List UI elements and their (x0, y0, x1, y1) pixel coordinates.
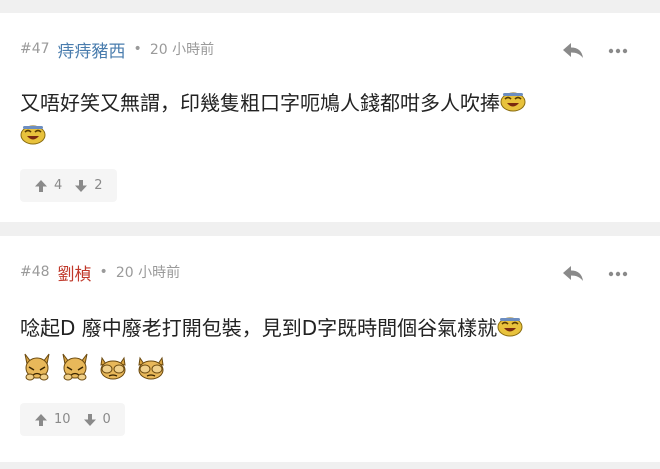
arrow-up-icon (35, 413, 47, 426)
comment-meta: #47 痔痔豬西 • 20 小時前 (20, 37, 215, 62)
upvote-button[interactable]: 10 (34, 412, 71, 427)
arrow-down-icon (83, 413, 96, 426)
cover-face-dog-emoji (96, 350, 130, 393)
comment-body: 又唔好笑又無謂，印幾隻粗口字呃鳩人錢都咁多人吹捧 (20, 87, 620, 154)
cover-face-dog-emoji (134, 350, 168, 393)
comment-text: 又唔好笑又無謂，印幾隻粗口字呃鳩人錢都咁多人吹捧 (20, 91, 500, 115)
comment-text: 唸起D 廢中廢老打開包裝，見到D字既時間個谷氣樣就 (20, 316, 498, 340)
comment-line (20, 121, 620, 155)
upvote-count: 10 (54, 412, 71, 427)
comment-card: #48 劉楨 • 20 小時前 唸起D 廢中廢老打開包裝，見到D字既時間個谷氣樣… (0, 236, 660, 462)
timestamp: 20 小時前 (149, 42, 215, 58)
arrow-down-icon (75, 179, 88, 192)
facepalm-dog-emoji (20, 350, 54, 393)
downvote-button[interactable]: 0 (83, 412, 111, 427)
comment-line: 又唔好笑又無謂，印幾隻粗口字呃鳩人錢都咁多人吹捧 (20, 87, 620, 121)
laughing-face-emoji (497, 314, 523, 346)
floor-number: #47 (20, 41, 50, 57)
more-options-icon[interactable] (606, 264, 630, 284)
downvote-button[interactable]: 2 (74, 178, 103, 193)
separator-dot: • (99, 264, 108, 280)
more-options-icon[interactable] (606, 41, 630, 61)
vote-bar: 4 2 (20, 169, 117, 202)
downvote-count: 2 (94, 178, 103, 193)
downvote-count: 0 (102, 412, 111, 427)
author-name[interactable]: 劉楨 (58, 260, 92, 285)
laughing-face-emoji (500, 89, 526, 121)
comment-meta: #48 劉楨 • 20 小時前 (20, 260, 181, 285)
comment-thread: #47 痔痔豬西 • 20 小時前 又唔好笑又無謂，印幾隻粗口字呃鳩人錢都咁多人… (0, 0, 660, 469)
reply-icon[interactable] (561, 263, 585, 283)
upvote-count: 4 (54, 178, 63, 193)
facepalm-dog-emoji (58, 350, 92, 393)
comment-line (20, 350, 620, 393)
reply-icon[interactable] (561, 40, 585, 60)
author-name[interactable]: 痔痔豬西 (58, 37, 126, 62)
arrow-up-icon (35, 179, 47, 192)
upvote-button[interactable]: 4 (34, 178, 62, 193)
vote-bar: 10 0 (20, 403, 125, 436)
comment-body: 唸起D 廢中廢老打開包裝，見到D字既時間個谷氣樣就 (20, 312, 620, 393)
laughing-face-emoji (20, 122, 46, 154)
comment-line: 唸起D 廢中廢老打開包裝，見到D字既時間個谷氣樣就 (20, 312, 620, 346)
separator-dot: • (133, 41, 142, 57)
floor-number: #48 (20, 264, 50, 280)
timestamp: 20 小時前 (115, 265, 181, 281)
comment-card: #47 痔痔豬西 • 20 小時前 又唔好笑又無謂，印幾隻粗口字呃鳩人錢都咁多人… (0, 13, 660, 222)
